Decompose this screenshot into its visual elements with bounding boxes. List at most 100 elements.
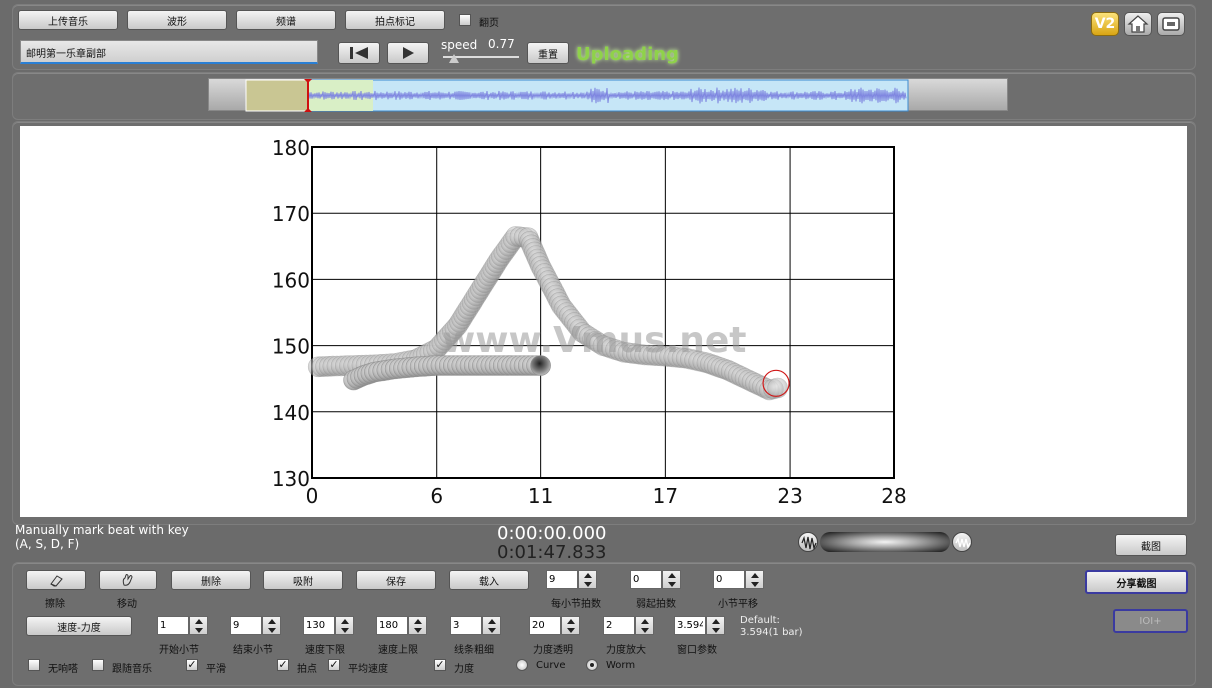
silent-checkbox[interactable] — [28, 659, 40, 671]
curve-radio[interactable] — [516, 659, 528, 671]
speed-min-arrows[interactable] — [335, 616, 354, 635]
bar-shift-arrows[interactable] — [745, 570, 764, 589]
speed-min-label: 速度下限 — [305, 645, 345, 656]
load-button[interactable]: 载入 — [449, 570, 529, 590]
zoom-control[interactable] — [798, 531, 974, 555]
beat-checkbox[interactable]: ✓ — [277, 659, 289, 671]
speed-max-arrows[interactable] — [408, 616, 427, 635]
waveform-overview[interactable] — [208, 78, 1008, 112]
speed-slider[interactable] — [443, 54, 519, 64]
dyn-opacity-label: 力度透明 — [533, 645, 573, 656]
line-width-input[interactable] — [450, 616, 482, 635]
line-width-stepper[interactable] — [450, 616, 502, 637]
start-bar-arrows[interactable] — [189, 616, 208, 635]
spectrum-button[interactable]: 频谱 — [236, 10, 336, 30]
worm-label: Worm — [606, 660, 636, 671]
beats-per-bar-label: 每小节拍数 — [551, 599, 601, 610]
window-param-input[interactable] — [674, 616, 706, 635]
watermark: www.Vmus.net — [442, 320, 747, 361]
avg-speed-checkbox[interactable]: ✓ — [328, 659, 340, 671]
avg-speed-label: 平均速度 — [348, 664, 388, 675]
dyn-scale-label: 力度放大 — [606, 645, 646, 656]
dynamics-label: 力度 — [454, 664, 474, 675]
curve-label: Curve — [536, 660, 566, 671]
ioi-button[interactable]: IOI+ — [1113, 609, 1188, 633]
home-button[interactable] — [1124, 12, 1152, 36]
dyn-scale-stepper[interactable] — [603, 616, 655, 637]
line-width-label: 线条粗细 — [454, 645, 494, 656]
zoom-out-button[interactable] — [798, 532, 818, 552]
dyn-opacity-arrows[interactable] — [561, 616, 580, 635]
hand-icon — [122, 574, 133, 586]
flip-page-checkbox[interactable] — [459, 14, 471, 26]
song-title-field[interactable]: 邮明第一乐章副部 — [20, 40, 318, 64]
start-bar-stepper[interactable] — [157, 616, 209, 637]
home-icon — [1127, 15, 1149, 33]
waveform-pre-marker — [245, 79, 309, 112]
erase-label: 擦除 — [45, 599, 65, 610]
beats-per-bar-input[interactable] — [546, 570, 578, 589]
waveform-overview-graphic — [245, 79, 909, 112]
waveform-button[interactable]: 波形 — [127, 10, 227, 30]
share-screenshot-button[interactable]: 分享截图 — [1085, 570, 1188, 594]
speed-label: speed — [441, 38, 478, 52]
dyn-scale-input[interactable] — [603, 616, 635, 635]
fullscreen-button[interactable] — [1157, 12, 1185, 36]
end-bar-arrows[interactable] — [262, 616, 281, 635]
speed-max-stepper[interactable] — [376, 616, 428, 637]
reset-speed-button[interactable]: 重置 — [527, 42, 569, 64]
speed-min-input[interactable] — [303, 616, 335, 635]
upload-status: Uploading — [576, 44, 679, 65]
move-button[interactable] — [99, 570, 157, 590]
speed-slider-thumb[interactable] — [449, 54, 460, 63]
beats-per-bar-arrows[interactable] — [578, 570, 597, 589]
x-tick-label: 17 — [653, 484, 678, 508]
end-bar-input[interactable] — [230, 616, 262, 635]
beat-label: 拍点 — [297, 664, 317, 675]
window-param-label: 窗口参数 — [677, 645, 717, 656]
start-bar-input[interactable] — [157, 616, 189, 635]
follow-music-checkbox[interactable] — [92, 659, 104, 671]
zoom-in-button[interactable] — [952, 532, 972, 552]
expanded-wave-icon — [955, 536, 971, 550]
bar-shift-input[interactable] — [713, 570, 745, 589]
speed-min-stepper[interactable] — [303, 616, 355, 637]
play-icon — [403, 47, 414, 59]
dynamics-checkbox[interactable]: ✓ — [434, 659, 446, 671]
speed-max-input[interactable] — [376, 616, 408, 635]
skip-to-start-button[interactable] — [338, 42, 380, 64]
delete-button[interactable]: 删除 — [171, 570, 251, 590]
speed-max-label: 速度上限 — [378, 645, 418, 656]
line-width-arrows[interactable] — [482, 616, 501, 635]
beats-per-bar-stepper[interactable] — [546, 570, 598, 591]
dyn-opacity-input[interactable] — [529, 616, 561, 635]
erase-button[interactable] — [26, 570, 86, 590]
pickup-beats-arrows[interactable] — [662, 570, 681, 589]
adsorb-button[interactable]: 吸附 — [263, 570, 343, 590]
beat-marker-button[interactable]: 拍点标记 — [345, 10, 445, 30]
window-param-arrows[interactable] — [706, 616, 725, 635]
zoom-track[interactable] — [820, 532, 950, 552]
save-button[interactable]: 保存 — [356, 570, 436, 590]
speed-dynamics-button[interactable]: 速度-力度 — [26, 616, 132, 636]
pickup-beats-label: 弱起拍数 — [636, 599, 676, 610]
play-button[interactable] — [387, 42, 429, 64]
bar-shift-stepper[interactable] — [713, 570, 765, 591]
smooth-checkbox[interactable]: ✓ — [186, 659, 198, 671]
worm-radio[interactable] — [586, 659, 598, 671]
window-param-stepper[interactable] — [674, 616, 726, 637]
v2-badge[interactable]: V2 — [1091, 12, 1119, 36]
dyn-scale-arrows[interactable] — [635, 616, 654, 635]
upload-music-button[interactable]: 上传音乐 — [18, 10, 118, 30]
plot-frame — [311, 146, 895, 479]
dyn-opacity-stepper[interactable] — [529, 616, 581, 637]
bar-shift-label: 小节平移 — [718, 599, 758, 610]
y-tick-label: 150 — [272, 335, 310, 359]
skip-back-icon — [350, 47, 368, 59]
tempo-chart[interactable]: 0 6 11 17 23 28180170160150140130 www.Vmus.ne… — [20, 126, 1187, 517]
screenshot-button[interactable]: 截图 — [1115, 534, 1187, 556]
pickup-beats-input[interactable] — [630, 570, 662, 589]
pickup-beats-stepper[interactable] — [630, 570, 682, 591]
end-bar-stepper[interactable] — [230, 616, 282, 637]
follow-music-label: 跟随音乐 — [112, 664, 152, 675]
